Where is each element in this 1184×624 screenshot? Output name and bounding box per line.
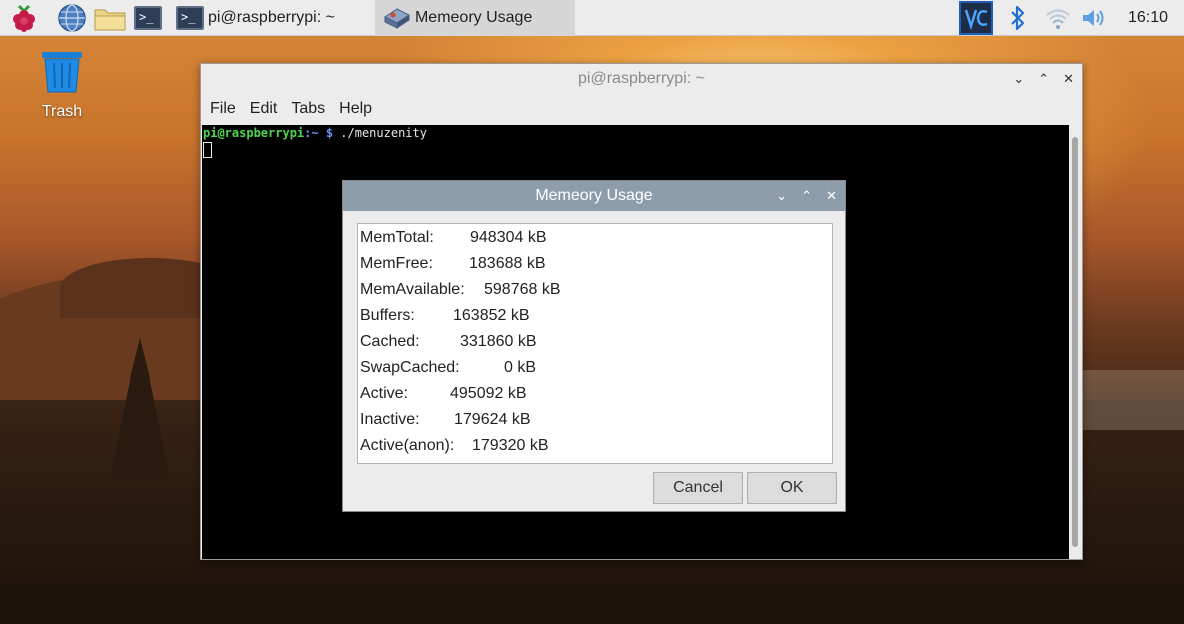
minimize-button[interactable]: ⌄ (776, 188, 787, 204)
terminal-cursor (203, 142, 212, 158)
list-item: Cached: 331860 kB (360, 329, 832, 355)
row-label: Buffers: (360, 307, 415, 324)
minimize-button[interactable]: ⌄ (1013, 71, 1024, 87)
row-value: 948304 kB (470, 229, 547, 246)
row-label: Active(anon): (360, 437, 455, 454)
prompt-path: :~ (304, 126, 319, 140)
prompt-symbol: $ (318, 126, 334, 140)
list-item: Buffers: 163852 kB (360, 303, 832, 329)
menu-help[interactable]: Help (332, 100, 379, 118)
system-tray: 16:10 (958, 0, 1184, 36)
taskbar-task-terminal[interactable]: >_ pi@raspberrypi: ~ (170, 0, 343, 36)
row-value: 179320 kB (472, 437, 549, 454)
trash-icon (42, 52, 82, 93)
wifi-tray-button[interactable] (1040, 0, 1076, 36)
raspberry-icon (13, 4, 35, 32)
row-value: 163852 kB (453, 307, 530, 324)
volume-tray-button[interactable] (1076, 0, 1112, 36)
memory-info-list[interactable]: MemTotal: 948304 kB MemFree: 183688 kB M… (357, 223, 833, 464)
memory-usage-dialog: Memeory Usage ⌄ ⌃ ✕ MemTotal: 948304 kB … (342, 180, 846, 512)
taskbar-task-label: pi@raspberrypi: ~ (208, 8, 335, 26)
row-label: Inactive: (360, 411, 420, 428)
prompt-user: pi@raspberrypi (203, 126, 305, 140)
raspberry-menu-button[interactable] (6, 0, 42, 36)
terminal-command: ./menuzenity (333, 126, 427, 140)
vnc-tray-button[interactable] (958, 0, 994, 36)
cancel-button[interactable]: Cancel (653, 472, 743, 504)
scrollbar-thumb[interactable] (1072, 137, 1078, 547)
terminal-line (203, 140, 1069, 161)
terminal-scrollbar[interactable] (1069, 125, 1081, 559)
terminal-icon: >_ (134, 5, 162, 30)
close-button[interactable]: ✕ (1063, 71, 1074, 87)
row-value: 0 kB (504, 359, 537, 376)
row-label: Active: (360, 385, 409, 402)
terminal-titlebar[interactable]: pi@raspberrypi: ~ ⌄ ⌃ ✕ (201, 64, 1082, 94)
dialog-title: Memeory Usage (535, 187, 653, 204)
globe-icon (58, 3, 86, 32)
taskbar-task-dialog[interactable]: Memeory Usage (374, 0, 575, 36)
row-label: Cached: (360, 333, 420, 350)
list-item: MemTotal: 948304 kB (360, 225, 832, 251)
ok-button[interactable]: OK (747, 472, 837, 504)
row-value: 331860 kB (460, 333, 537, 350)
maximize-button[interactable]: ⌃ (801, 188, 812, 204)
row-value: 179624 kB (454, 411, 531, 428)
wallpaper-haze (1080, 370, 1184, 430)
file-manager-launcher[interactable] (92, 0, 128, 36)
volume-icon (1083, 10, 1104, 26)
vnc-icon (959, 1, 993, 35)
row-label: SwapCached: (360, 359, 460, 376)
list-item: Active: 495092 kB (360, 381, 832, 407)
row-value: 495092 kB (450, 385, 527, 402)
list-item: MemFree: 183688 kB (360, 251, 832, 277)
trash-label: Trash (41, 103, 83, 120)
terminal-line: pi@raspberrypi:~ $ ./menuzenity (203, 126, 1069, 140)
list-item: Active(anon): 179320 kB (360, 433, 832, 459)
wallpaper-temple (100, 338, 180, 478)
hard-drive-icon (383, 7, 410, 29)
menu-file[interactable]: File (203, 100, 243, 118)
terminal-icon: >_ (176, 5, 204, 30)
row-value: 598768 kB (484, 281, 561, 298)
maximize-button[interactable]: ⌃ (1038, 71, 1049, 87)
row-value: 183688 kB (469, 255, 546, 272)
bluetooth-icon (1011, 5, 1025, 31)
clock[interactable]: 16:10 (1112, 9, 1184, 27)
wifi-icon (1046, 9, 1070, 29)
terminal-menubar: File Edit Tabs Help (201, 94, 1082, 124)
window-title: pi@raspberrypi: ~ (578, 70, 705, 87)
menu-edit[interactable]: Edit (243, 100, 285, 118)
list-item: MemAvailable: 598768 kB (360, 277, 832, 303)
taskbar-task-label: Memeory Usage (414, 8, 533, 26)
dialog-titlebar[interactable]: Memeory Usage ⌄ ⌃ ✕ (343, 181, 845, 211)
taskbar: >_ >_ pi@raspberrypi: ~ Memeory Usage 16… (0, 0, 1184, 36)
row-label: MemTotal: (360, 229, 434, 246)
desktop-trash[interactable]: Trash (32, 50, 92, 121)
menu-tabs[interactable]: Tabs (284, 100, 332, 118)
browser-launcher[interactable] (54, 0, 90, 36)
row-label: MemFree: (360, 255, 433, 272)
terminal-launcher[interactable]: >_ (130, 0, 166, 36)
close-button[interactable]: ✕ (826, 188, 837, 204)
folder-icon (94, 9, 126, 30)
list-item: Inactive: 179624 kB (360, 407, 832, 433)
list-item: SwapCached: 0 kB (360, 355, 832, 381)
bluetooth-tray-button[interactable] (1000, 0, 1036, 36)
row-label: MemAvailable: (360, 281, 465, 298)
